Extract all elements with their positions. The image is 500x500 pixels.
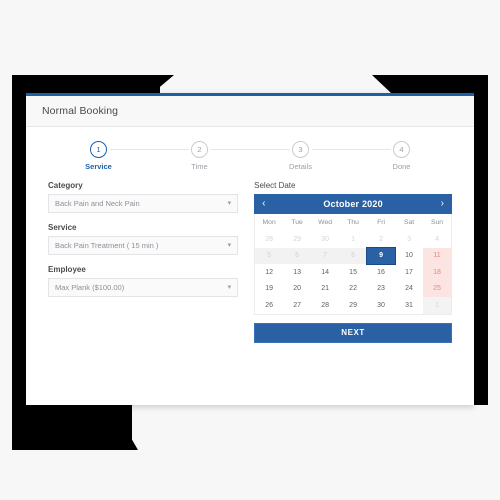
page-background: Normal Booking 1 Service 2 Time 3 Details 4 Don… [0,0,500,500]
category-select[interactable]: Back Pain and Neck Pain ▾ [48,194,239,213]
stepper-step-number: 3 [292,141,309,158]
stepper-connector [250,149,290,150]
calendar-day[interactable]: 30 [367,297,395,314]
calendar-month-title: October 2020 [323,199,383,209]
stepper-connector [311,149,351,150]
stepper-connector [210,149,250,150]
stepper-step-done[interactable]: 4 Done [351,141,452,171]
calendar-day[interactable]: 15 [339,264,367,281]
calendar-weekday: Tue [291,219,303,226]
calendar-day[interactable]: 14 [311,264,339,281]
employee-label: Employee [48,265,86,274]
calendar-grid: Mon Tue Wed Thu Fri Sat Sun 28 29 30 1 2 3 4 5 6 7 8 9 10 11… [254,214,452,315]
booking-card: Normal Booking 1 Service 2 Time 3 Details 4 Don… [26,93,474,405]
chevron-down-icon: ▾ [227,284,232,291]
employee-value: Max Plank ($100.00) [55,283,125,292]
calendar-weekday-row: Mon Tue Wed Thu Fri Sat Sun [255,214,451,231]
stepper-step-service[interactable]: 1 Service [48,141,149,171]
category-label: Category [48,181,83,190]
calendar-day: 30 [321,235,329,243]
calendar-week-row: 5 6 7 8 9 10 11 [255,246,452,265]
stepper-connector [109,149,149,150]
calendar-day[interactable]: 28 [311,297,339,314]
service-select[interactable]: Back Pain Treatment ( 15 min ) ▾ [48,236,239,255]
calendar-day[interactable]: 20 [283,281,311,298]
calendar-day: 4 [435,235,439,243]
card-body: Category Back Pain and Neck Pain ▾ Servi… [26,171,474,343]
calendar-day[interactable]: 17 [395,264,423,281]
next-button[interactable]: NEXT [254,322,452,343]
calendar-day[interactable]: 16 [367,264,395,281]
calendar-week-row: 28 29 30 1 2 3 4 [255,231,451,248]
calendar-day[interactable]: 21 [311,281,339,298]
calendar-day[interactable]: 11 [423,247,452,264]
calendar-day: 3 [407,235,411,243]
booking-stepper: 1 Service 2 Time 3 Details 4 Done [26,127,474,171]
calendar-day[interactable]: 25 [423,280,452,297]
chevron-down-icon: ▾ [227,200,232,207]
booking-form: Category Back Pain and Neck Pain ▾ Servi… [48,181,239,343]
calendar-day[interactable]: 24 [395,281,423,298]
chevron-right-icon[interactable]: › [441,199,444,209]
service-value: Back Pain Treatment ( 15 min ) [55,241,159,250]
calendar-weekday: Sun [430,219,444,226]
calendar-day[interactable]: 23 [367,281,395,298]
calendar-day: 2 [379,235,383,243]
calendar-weekday: Mon [262,219,276,226]
stepper-step-number: 4 [393,141,410,158]
calendar-header: ‹ October 2020 › [254,194,452,214]
employee-select[interactable]: Max Plank ($100.00) ▾ [48,278,239,297]
chevron-left-icon[interactable]: ‹ [262,199,265,209]
calendar-weekday: Fri [377,219,386,226]
category-value: Back Pain and Neck Pain [55,199,140,208]
stepper-step-label: Service [85,162,112,171]
stepper-step-label: Details [289,162,312,171]
calendar-day[interactable]: 31 [395,297,423,314]
calendar-day[interactable]: 29 [339,297,367,314]
calendar-day[interactable]: 19 [255,281,283,298]
calendar-weekday: Thu [347,219,359,226]
calendar-day[interactable]: 18 [423,264,452,281]
calendar-weekday: Sat [403,219,415,226]
stepper-step-number: 2 [191,141,208,158]
calendar-day[interactable]: 6 [283,247,312,264]
calendar-day[interactable]: 27 [283,297,311,314]
calendar-week-row: 19 20 21 22 23 24 25 [255,280,452,298]
calendar-day[interactable]: 26 [255,297,283,314]
calendar-day: 29 [293,235,301,243]
service-label: Service [48,223,77,232]
calendar-day: 1 [423,297,452,314]
calendar-day[interactable]: 8 [339,247,368,264]
calendar-day[interactable]: 12 [255,264,283,281]
stepper-step-label: Time [191,162,208,171]
calendar-day[interactable]: 5 [255,247,284,264]
stepper-connector [351,149,391,150]
calendar-day[interactable]: 7 [311,247,340,264]
stepper-step-label: Done [392,162,411,171]
select-date-label: Select Date [254,181,296,190]
calendar-day-selected[interactable]: 9 [366,246,397,265]
page-title: Normal Booking [42,105,119,117]
stepper-step-time[interactable]: 2 Time [149,141,250,171]
calendar-weekday: Wed [318,219,333,226]
calendar-day[interactable]: 10 [395,248,423,265]
calendar-day: 1 [351,235,356,243]
date-picker: Select Date ‹ October 2020 › Mon Tue Wed Th… [254,181,452,343]
calendar-day[interactable]: 13 [283,264,311,281]
calendar-week-row: 12 13 14 15 16 17 18 [255,264,452,281]
calendar-day[interactable]: 22 [339,281,367,298]
chevron-down-icon: ▾ [227,242,232,249]
card-header: Normal Booking [26,96,474,127]
stepper-step-details[interactable]: 3 Details [250,141,351,171]
calendar-day: 28 [265,235,274,243]
stepper-connector [149,149,189,150]
stepper-step-number: 1 [90,141,107,158]
calendar-week-row: 26 27 28 29 30 31 1 [255,297,452,314]
